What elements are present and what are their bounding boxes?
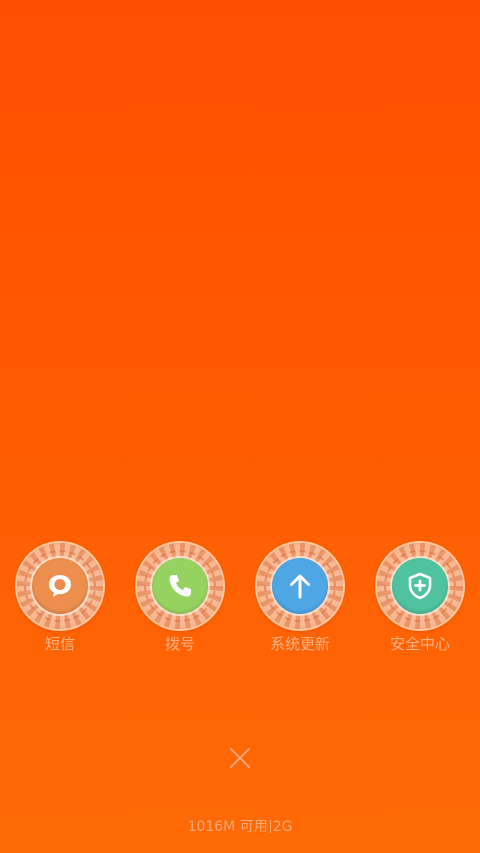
app-icon-bg xyxy=(32,558,88,614)
app-sms[interactable]: 短信 xyxy=(0,543,120,654)
app-label: 短信 xyxy=(44,635,75,653)
close-icon xyxy=(230,748,250,768)
shield-plus-icon xyxy=(408,572,432,600)
ornamental-ring xyxy=(257,543,343,629)
ornamental-ring xyxy=(137,543,223,629)
app-icon-bg xyxy=(272,558,328,614)
phone-icon xyxy=(169,575,191,597)
app-icon-bg xyxy=(392,558,448,614)
app-row: 短信 拨号 系统更新 安全中心 xyxy=(0,543,480,654)
app-label: 系统更新 xyxy=(269,635,330,653)
close-button[interactable] xyxy=(222,740,258,776)
memory-total: 2G xyxy=(272,819,293,835)
arrow-up-icon xyxy=(290,574,310,599)
app-security[interactable]: 安全中心 xyxy=(360,543,480,654)
message-bubble-icon xyxy=(49,575,71,597)
ornamental-ring xyxy=(17,543,103,629)
ornamental-ring xyxy=(377,543,463,629)
app-icon-bg xyxy=(152,558,208,614)
memory-status: 1016M 可用 2G xyxy=(0,816,480,836)
app-label: 拨号 xyxy=(164,635,195,653)
separator xyxy=(269,820,271,833)
memory-available: 1016M 可用 xyxy=(187,819,268,835)
app-update[interactable]: 系统更新 xyxy=(240,543,360,654)
app-dialer[interactable]: 拨号 xyxy=(120,543,240,654)
app-label: 安全中心 xyxy=(389,635,450,653)
launcher-screen: 短信 拨号 系统更新 安全中心 1016M 可用 2G xyxy=(0,0,480,853)
